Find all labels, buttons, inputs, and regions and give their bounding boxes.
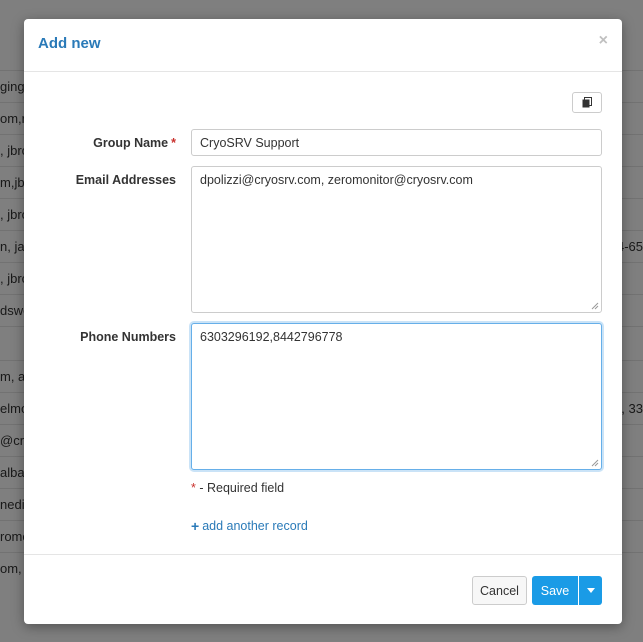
add-new-dialog: Add new × Group Name* Email Addresses dp…	[24, 19, 622, 624]
save-button[interactable]: Save	[532, 576, 578, 605]
clipboard-icon	[582, 97, 592, 108]
add-another-record-link[interactable]: + add another record	[191, 519, 308, 533]
close-icon[interactable]: ×	[599, 33, 608, 49]
group-name-input[interactable]	[191, 129, 602, 156]
group-name-label: Group Name *	[24, 136, 176, 150]
copy-button[interactable]	[572, 92, 602, 113]
save-options-dropdown[interactable]	[579, 576, 602, 605]
dialog-footer: Cancel Save	[24, 554, 622, 624]
phone-numbers-field[interactable]: 6303296192,8442796778	[191, 323, 602, 470]
phone-numbers-label: Phone Numbers	[80, 330, 176, 344]
dialog-title: Add new	[38, 35, 101, 52]
phone-numbers-value: 6303296192,8442796778	[200, 330, 343, 344]
dialog-header: Add new ×	[24, 19, 622, 72]
email-addresses-value: dpolizzi@cryosrv.com, zeromonitor@cryosr…	[200, 173, 473, 187]
email-addresses-field[interactable]: dpolizzi@cryosrv.com, zeromonitor@cryosr…	[191, 166, 602, 313]
add-another-record-text: add another record	[202, 519, 308, 533]
plus-icon: +	[191, 518, 200, 534]
required-field-note: * - Required field	[191, 481, 284, 495]
required-note-text: - Required field	[195, 481, 285, 495]
required-asterisk: *	[171, 136, 176, 150]
group-name-label-text: Group Name	[93, 136, 169, 150]
resize-grip-icon[interactable]	[591, 459, 599, 467]
email-addresses-label: Email Addresses	[75, 173, 176, 187]
resize-grip-icon[interactable]	[591, 302, 599, 310]
cancel-button[interactable]: Cancel	[472, 576, 527, 605]
caret-down-icon	[586, 588, 595, 593]
